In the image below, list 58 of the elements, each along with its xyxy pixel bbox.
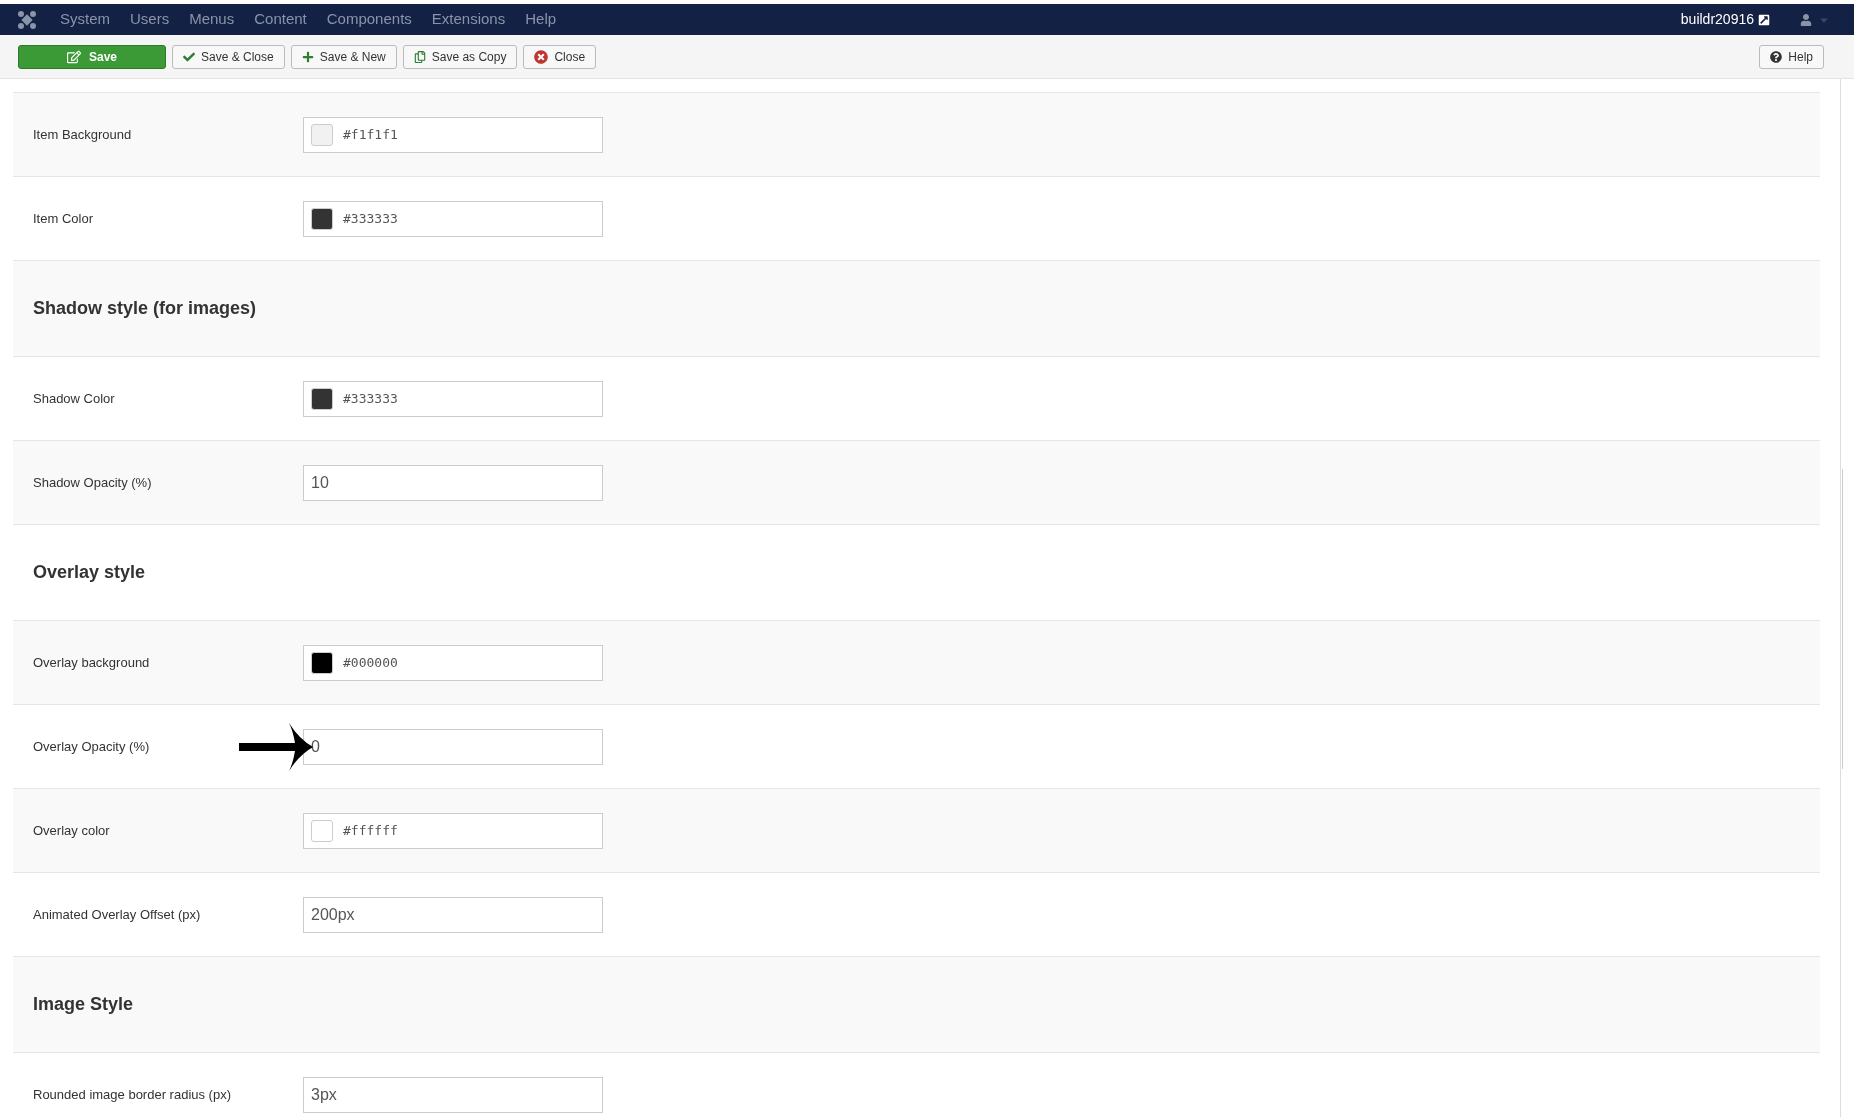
toolbar-button[interactable]: Save & Close: [172, 44, 285, 69]
input-field[interactable]: 3px: [303, 1076, 603, 1113]
menu-item[interactable]: Content: [254, 8, 307, 31]
logo-icon: [18, 10, 36, 29]
color-swatch[interactable]: [311, 651, 333, 674]
section-title: Overlay style: [33, 561, 146, 584]
copy-icon: [413, 50, 426, 63]
edit-icon: [67, 49, 81, 64]
field-value: 200px: [311, 904, 355, 925]
field-label: Shadow Opacity (%): [32, 473, 153, 492]
color-swatch[interactable]: [311, 387, 333, 410]
site-link[interactable]: buildr20916: [1680, 9, 1754, 30]
color-field[interactable]: #333333: [303, 200, 603, 237]
external-link-icon[interactable]: [1758, 13, 1770, 26]
field-label: Shadow Color: [32, 389, 116, 408]
color-field[interactable]: #000000: [303, 644, 603, 681]
color-swatch[interactable]: [311, 207, 333, 230]
menu-item[interactable]: Help: [525, 8, 557, 31]
section-title: Image Style: [33, 993, 134, 1016]
field-label: Item Background: [32, 125, 133, 144]
field-label: Item Color: [32, 209, 94, 228]
plus-icon: [301, 50, 314, 63]
help-icon: [1770, 50, 1783, 63]
save-button[interactable]: Save: [18, 44, 166, 69]
color-swatch[interactable]: [311, 819, 333, 842]
field-value: #f1f1f1: [343, 125, 398, 144]
check-icon: [183, 50, 195, 63]
toolbar-button[interactable]: Save & New: [290, 44, 397, 69]
menu-item[interactable]: System: [60, 8, 110, 31]
help-button[interactable]: Help: [1759, 44, 1824, 69]
field-value: #ffffff: [343, 821, 398, 840]
field-label: Rounded image border radius (px): [32, 1085, 232, 1104]
field-label: Overlay Opacity (%): [32, 737, 151, 756]
field-value: 0: [311, 736, 320, 757]
color-field[interactable]: #333333: [303, 380, 603, 417]
field-label: Overlay color: [32, 821, 111, 840]
input-field[interactable]: 10: [303, 464, 603, 501]
menu-item[interactable]: Extensions: [431, 8, 506, 31]
field-label: Overlay background: [32, 653, 151, 672]
section-title: Shadow style (for images): [33, 297, 257, 320]
menu-item[interactable]: Components: [326, 8, 412, 31]
color-field[interactable]: #ffffff: [303, 812, 603, 849]
color-swatch[interactable]: [311, 123, 333, 146]
menu-item[interactable]: Menus: [189, 8, 235, 31]
field-value: #333333: [343, 389, 398, 408]
close-icon: [534, 49, 549, 64]
toolbar-button[interactable]: Close: [523, 44, 597, 69]
field-value: 10: [311, 472, 329, 493]
field-value: #000000: [343, 653, 398, 672]
color-field[interactable]: #f1f1f1: [303, 116, 603, 153]
field-value: #333333: [343, 209, 398, 228]
user-icon[interactable]: [1800, 13, 1812, 26]
menu-item[interactable]: Users: [130, 8, 170, 31]
input-field[interactable]: 0: [303, 728, 603, 765]
field-value: 3px: [311, 1084, 337, 1105]
input-field[interactable]: 200px: [303, 896, 603, 933]
toolbar-button[interactable]: Save as Copy: [402, 44, 518, 69]
field-label: Animated Overlay Offset (px): [32, 905, 202, 924]
